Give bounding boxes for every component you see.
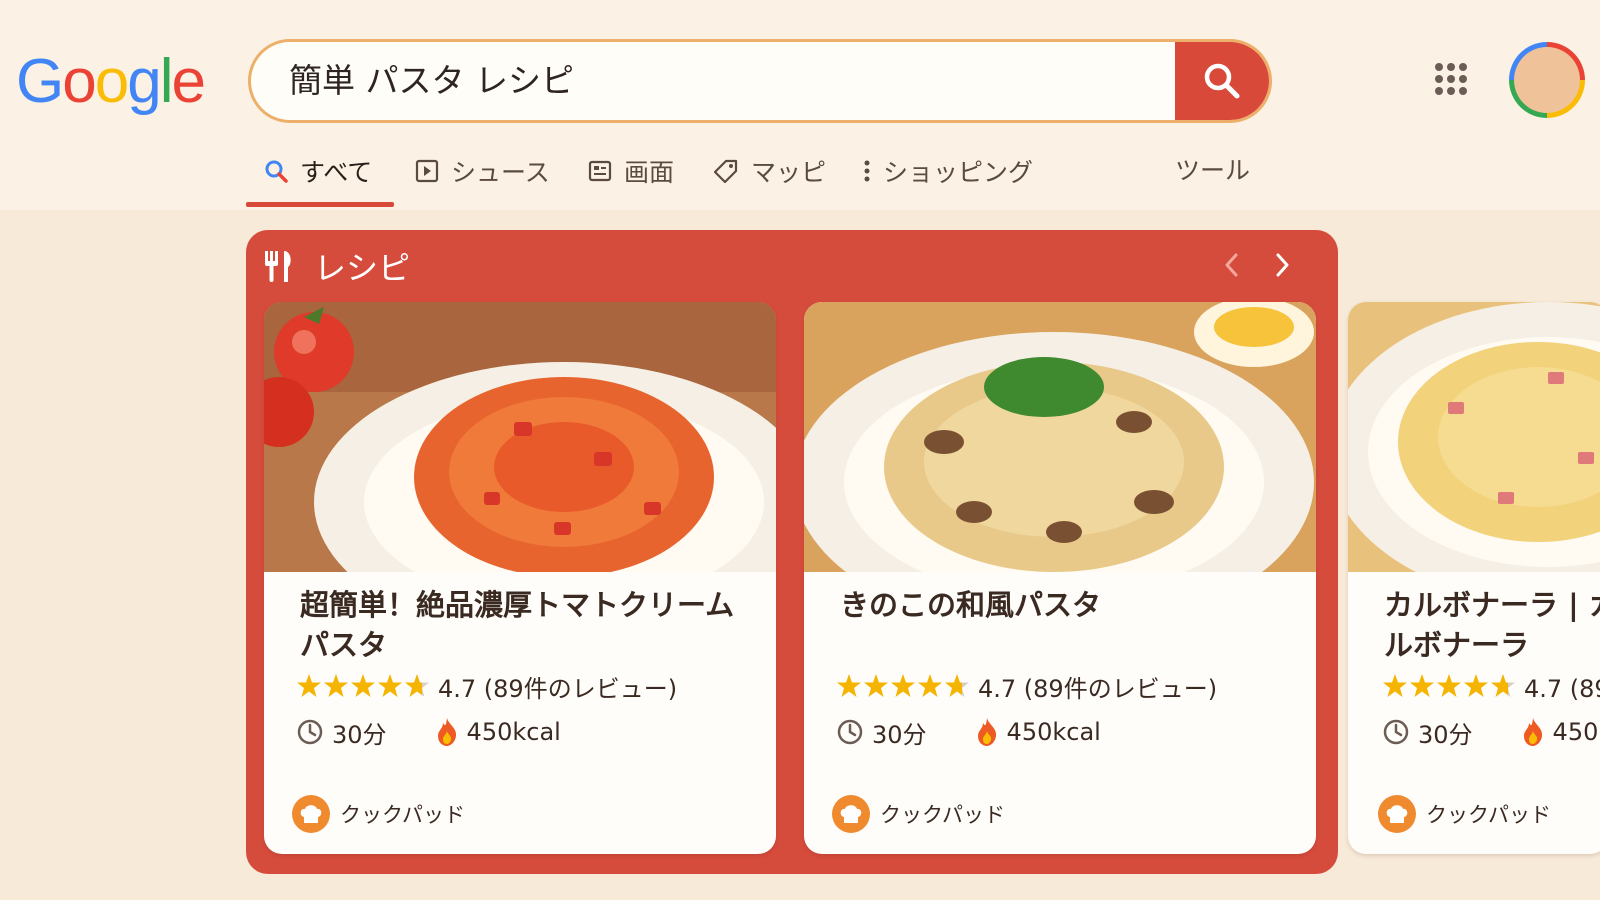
recipe-card[interactable]: きのこの和風パスタ — [804, 302, 1316, 854]
recipe-title[interactable]: カルボナーラ | カルボナーラ — [1384, 585, 1600, 665]
carousel-prev-button[interactable] — [1216, 250, 1246, 280]
tab-images[interactable]: 画面 — [588, 140, 674, 202]
chevron-left-icon — [1225, 253, 1238, 277]
search-box[interactable]: 簡単 パスタ レシピ — [248, 39, 1272, 123]
flame-icon — [975, 717, 999, 747]
cook-time: 30分 — [1418, 720, 1473, 749]
chef-hat-icon — [1378, 795, 1416, 833]
source-name: クックパッド — [880, 803, 1005, 827]
logo-letter: g — [127, 47, 162, 116]
star-rating-icon — [836, 673, 970, 699]
recipe-rating: 4.7 (89件のレビュー) — [296, 668, 677, 704]
tag-icon — [713, 158, 739, 184]
avatar-image — [1514, 47, 1580, 113]
rating-text[interactable]: 4.7 (89件のレビュー) — [978, 669, 1217, 704]
logo-letter: e — [171, 47, 206, 116]
utensils-icon — [264, 249, 294, 283]
recipe-card[interactable]: カルボナーラ | カルボナーラ — [1348, 302, 1600, 854]
recipe-meta: 30分 450kcal — [1382, 714, 1600, 750]
clock-icon — [1382, 718, 1410, 746]
recipe-meta: 30分 450kcal — [296, 714, 561, 750]
recipe-source[interactable]: クックパッド — [832, 794, 1005, 834]
source-name: クックパッド — [1426, 803, 1551, 827]
recipe-panel-label: レシピ — [314, 249, 411, 287]
tab-label: 画面 — [624, 158, 675, 187]
search-button[interactable] — [1175, 42, 1269, 120]
search-icon — [264, 159, 288, 183]
cook-time: 30分 — [332, 720, 387, 749]
tab-label: すべて — [300, 158, 373, 187]
avatar[interactable] — [1509, 42, 1585, 118]
logo-letter: G — [16, 47, 64, 116]
recipe-panel-title: レシピ — [264, 244, 410, 288]
active-tab-indicator — [246, 202, 394, 207]
mushroom-pasta-image — [804, 302, 1316, 572]
apps-grid-icon[interactable] — [1434, 62, 1468, 96]
star-rating-icon — [296, 673, 430, 699]
recipe-card[interactable]: 超簡単！絶品濃厚トマトクリームパスタ — [264, 302, 776, 854]
tab-all[interactable]: すべて — [264, 140, 372, 202]
tab-label: シュース — [451, 158, 550, 187]
play-square-icon — [415, 159, 439, 183]
logo-letter: o — [94, 47, 130, 116]
more-vert-icon — [863, 159, 871, 183]
star-rating-icon — [1382, 673, 1516, 699]
image-list-icon — [588, 159, 612, 183]
recipe-title[interactable]: きのこの和風パスタ — [840, 585, 1288, 625]
recipe-title[interactable]: 超簡単！絶品濃厚トマトクリームパスタ — [300, 585, 748, 665]
cook-time: 30分 — [872, 720, 927, 749]
tab-maps[interactable]: マッピ — [713, 140, 826, 202]
rating-text[interactable]: 4.7 (89件のレビュー) — [1524, 669, 1600, 704]
tab-news[interactable]: シュース — [415, 140, 550, 202]
recipe-rating: 4.7 (89件のレビュー) — [836, 668, 1217, 704]
flame-icon — [1521, 717, 1545, 747]
logo-letter: l — [159, 47, 174, 116]
tab-label: マッピ — [751, 158, 827, 187]
search-tabs: すべて シュース 画面 マッピ ショッピング ツール — [0, 140, 1600, 210]
rating-text[interactable]: 4.7 (89件のレビュー) — [438, 669, 677, 704]
google-logo[interactable]: Google — [16, 46, 206, 118]
search-icon — [1204, 63, 1240, 99]
tab-shopping[interactable]: ショッピング — [863, 140, 1033, 202]
logo-letter: o — [62, 47, 97, 116]
flame-icon — [435, 717, 459, 747]
search-input[interactable]: 簡単 パスタ レシピ — [289, 42, 574, 120]
header: Google 簡単 パスタ レシピ すべて シュース 画面 マッピ ショッピング… — [0, 0, 1600, 210]
calories: 450kcal — [1552, 718, 1600, 746]
carbonara-image — [1348, 302, 1600, 572]
recipe-rating: 4.7 (89件のレビュー) — [1382, 668, 1600, 704]
clock-icon — [836, 718, 864, 746]
chevron-right-icon — [1276, 253, 1289, 277]
chef-hat-icon — [832, 795, 870, 833]
recipe-source[interactable]: クックパッド — [1378, 794, 1551, 834]
tab-label: ショッピング — [883, 158, 1034, 187]
chef-hat-icon — [292, 795, 330, 833]
calories: 450kcal — [1006, 718, 1101, 746]
calories: 450kcal — [466, 718, 561, 746]
tomato-pasta-image — [264, 302, 776, 572]
tools-button[interactable]: ツール — [1175, 140, 1250, 202]
source-name: クックパッド — [340, 803, 465, 827]
clock-icon — [296, 718, 324, 746]
carousel-next-button[interactable] — [1268, 250, 1298, 280]
recipe-meta: 30分 450kcal — [836, 714, 1101, 750]
recipe-source[interactable]: クックパッド — [292, 794, 465, 834]
